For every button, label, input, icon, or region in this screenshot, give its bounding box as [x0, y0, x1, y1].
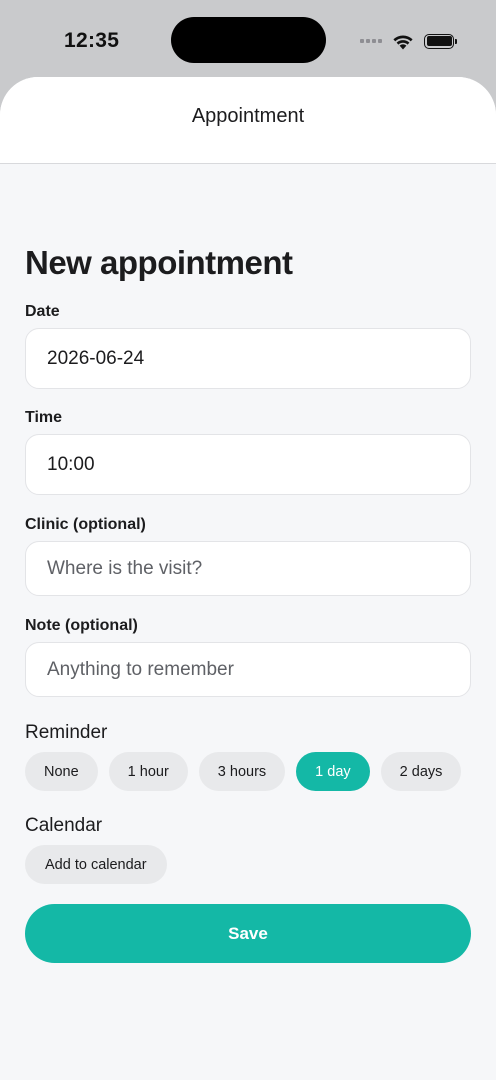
reminder-option-2-days[interactable]: 2 days — [380, 752, 462, 791]
status-bar: 12:35 — [0, 0, 496, 78]
status-time: 12:35 — [64, 29, 120, 52]
date-field[interactable]: 2026-06-24 — [25, 328, 471, 389]
time-field[interactable]: 10:00 — [25, 434, 471, 495]
date-label: Date — [25, 303, 60, 320]
dynamic-island — [171, 17, 326, 63]
nav-header: Appointment — [0, 77, 496, 164]
battery-icon — [424, 33, 457, 49]
nav-title: Appointment — [191, 104, 305, 127]
time-label: Time — [25, 409, 63, 426]
save-button[interactable]: Save — [25, 904, 471, 963]
reminder-option-none[interactable]: None — [25, 752, 98, 791]
note-input[interactable]: Anything to remember — [25, 642, 471, 697]
reminder-option-1-day[interactable]: 1 day — [296, 752, 370, 791]
reminder-option-1-hour[interactable]: 1 hour — [108, 752, 188, 791]
calendar-label: Calendar — [25, 815, 103, 836]
appointment-sheet: Appointment New appointment Date 2026-06… — [0, 77, 496, 1080]
clinic-label: Clinic (optional) — [25, 516, 146, 533]
appointment-form: New appointment Date 2026-06-24 Time 10:… — [0, 244, 496, 963]
reminder-options: None 1 hour 3 hours 1 day 2 days — [25, 752, 471, 791]
clinic-input[interactable]: Where is the visit? — [25, 541, 471, 596]
signal-dots-icon — [360, 39, 382, 43]
page-title: New appointment — [25, 244, 293, 281]
status-icons — [360, 30, 457, 52]
note-label: Note (optional) — [25, 617, 138, 634]
reminder-option-3-hours[interactable]: 3 hours — [198, 752, 286, 791]
add-to-calendar-button[interactable]: Add to calendar — [25, 845, 167, 884]
wifi-icon — [393, 34, 413, 49]
reminder-label: Reminder — [25, 722, 108, 743]
